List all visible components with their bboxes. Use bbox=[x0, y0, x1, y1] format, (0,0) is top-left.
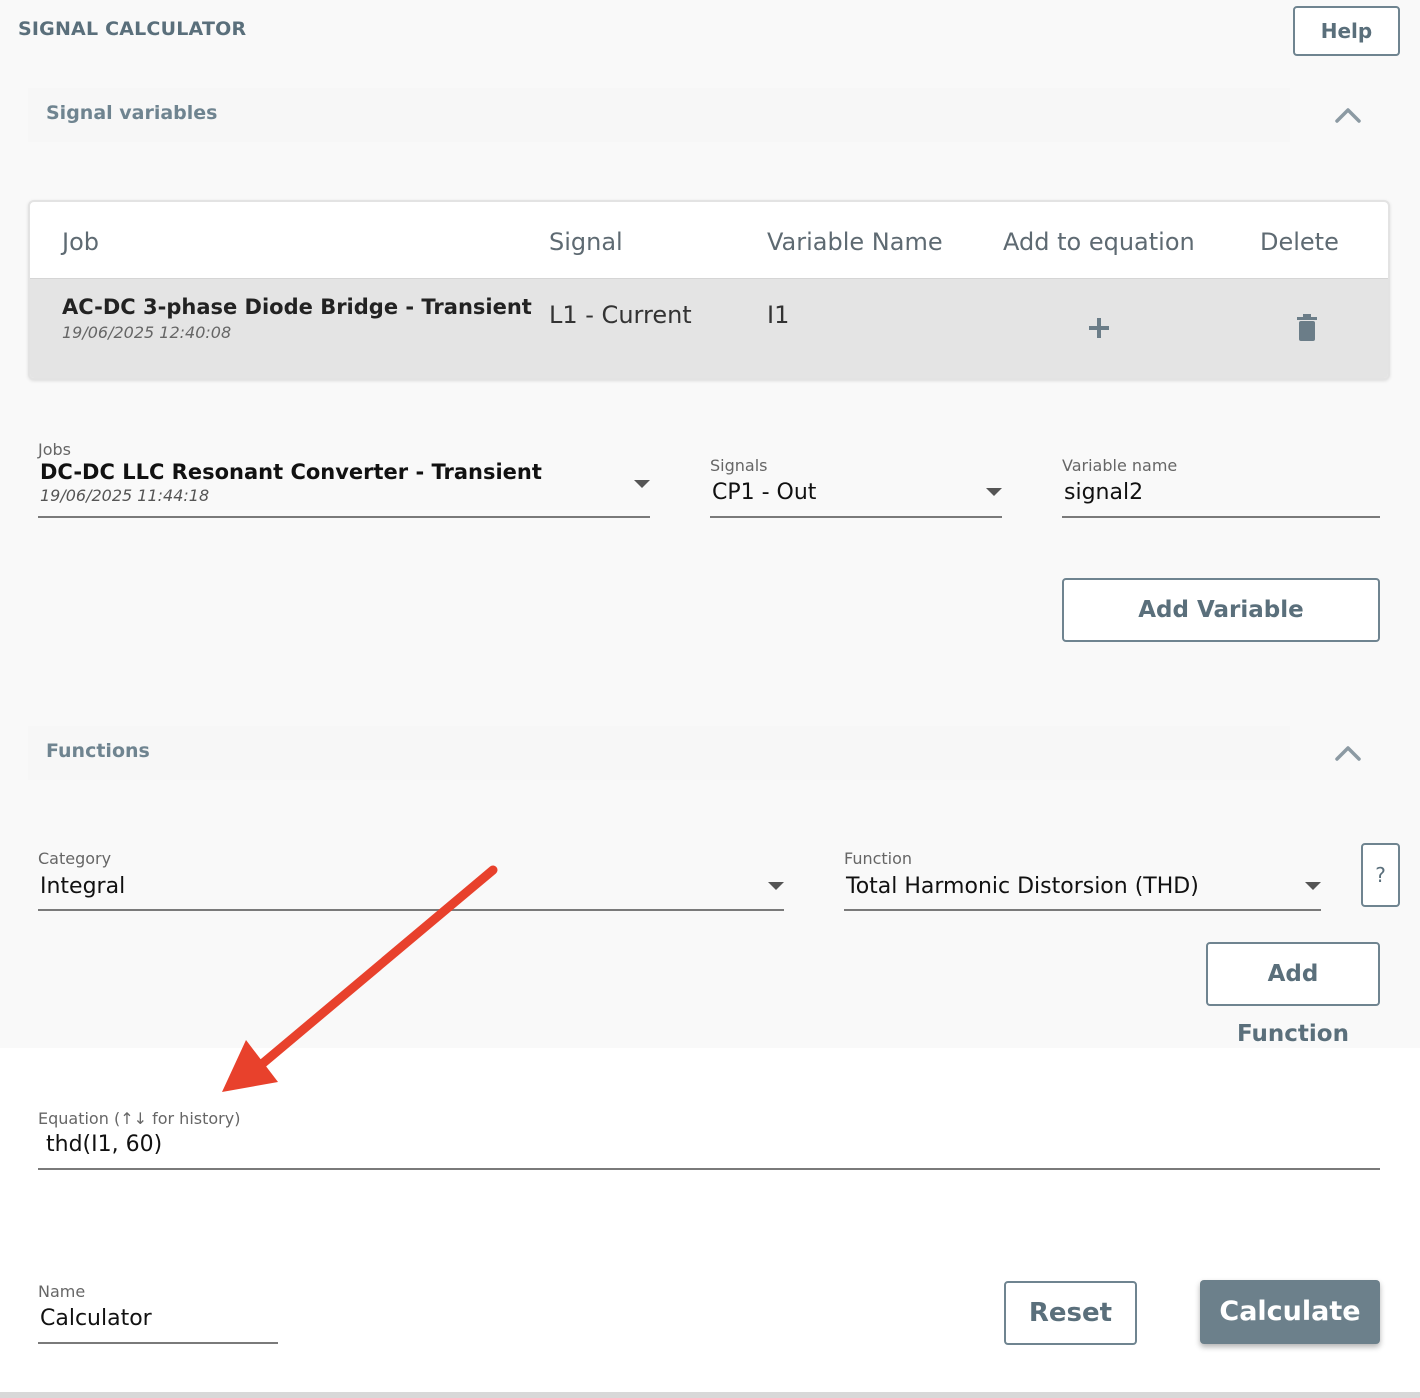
calculate-button[interactable]: Calculate bbox=[1200, 1280, 1380, 1344]
caret-down-icon bbox=[1305, 882, 1321, 890]
add-function-button[interactable]: Add Function bbox=[1206, 942, 1380, 1047]
column-header-signal: Signal bbox=[549, 228, 623, 256]
help-button[interactable]: Help bbox=[1293, 6, 1400, 56]
caret-down-icon bbox=[986, 488, 1002, 496]
column-header-job: Job bbox=[62, 228, 99, 256]
function-select-value: Total Harmonic Distorsion (THD) bbox=[846, 874, 1199, 899]
row-variable-name: I1 bbox=[767, 301, 790, 329]
bottom-scrollbar bbox=[0, 1392, 1420, 1398]
row-job-timestamp: 19/06/2025 12:40:08 bbox=[62, 323, 232, 342]
functions-title: Functions bbox=[46, 740, 150, 762]
category-label: Category bbox=[38, 849, 112, 868]
variable-name-label: Variable name bbox=[1062, 456, 1178, 475]
column-header-variable-name: Variable Name bbox=[767, 228, 943, 256]
category-select-value: Integral bbox=[40, 874, 126, 899]
jobs-select[interactable]: DC-DC LLC Resonant Converter - Transient… bbox=[38, 456, 650, 518]
signals-underline bbox=[710, 516, 1002, 518]
signals-select[interactable]: CP1 - Out bbox=[710, 478, 1002, 518]
row-job-name: AC-DC 3-phase Diode Bridge - Transient bbox=[62, 295, 532, 319]
name-value: Calculator bbox=[40, 1306, 152, 1331]
name-input[interactable]: Calculator bbox=[38, 1304, 278, 1346]
column-header-delete: Delete bbox=[1260, 228, 1339, 256]
name-underline bbox=[38, 1342, 278, 1344]
equation-label: Equation (↑↓ for history) bbox=[38, 1109, 241, 1128]
chevron-up-icon[interactable] bbox=[1328, 95, 1368, 135]
function-select[interactable]: Total Harmonic Distorsion (THD) bbox=[844, 871, 1321, 913]
signal-variables-title: Signal variables bbox=[46, 102, 218, 124]
functions-header[interactable] bbox=[28, 726, 1290, 780]
row-signal: L1 - Current bbox=[549, 301, 692, 329]
table-row: AC-DC 3-phase Diode Bridge - Transient 1… bbox=[30, 278, 1388, 378]
chevron-up-icon[interactable] bbox=[1328, 733, 1368, 773]
caret-down-icon bbox=[768, 882, 784, 890]
category-underline bbox=[38, 909, 784, 911]
jobs-select-value: DC-DC LLC Resonant Converter - Transient bbox=[40, 460, 542, 484]
jobs-select-timestamp: 19/06/2025 11:44:18 bbox=[40, 486, 210, 505]
category-select[interactable]: Integral bbox=[38, 871, 784, 913]
name-label: Name bbox=[38, 1282, 86, 1301]
variables-table: Job Signal Variable Name Add to equation… bbox=[28, 200, 1390, 380]
column-header-add-to-equation: Add to equation bbox=[1003, 228, 1195, 256]
reset-button[interactable]: Reset bbox=[1004, 1281, 1137, 1345]
plus-icon[interactable] bbox=[1087, 316, 1111, 340]
caret-down-icon bbox=[634, 480, 650, 488]
signals-label: Signals bbox=[710, 456, 768, 475]
variable-name-value: signal2 bbox=[1064, 480, 1144, 505]
function-label: Function bbox=[844, 849, 913, 868]
trash-icon[interactable] bbox=[1296, 314, 1318, 342]
jobs-underline bbox=[38, 516, 650, 518]
function-help-button[interactable]: ? bbox=[1361, 843, 1400, 907]
equation-input[interactable]: thd(I1, 60) bbox=[38, 1130, 1380, 1172]
equation-underline bbox=[38, 1168, 1380, 1170]
variable-name-underline bbox=[1062, 516, 1380, 518]
app-title: SIGNAL CALCULATOR bbox=[18, 18, 247, 40]
add-variable-button[interactable]: Add Variable bbox=[1062, 578, 1380, 642]
variable-name-input[interactable]: signal2 bbox=[1062, 478, 1380, 518]
equation-value: thd(I1, 60) bbox=[46, 1132, 163, 1157]
function-underline bbox=[844, 909, 1321, 911]
signals-select-value: CP1 - Out bbox=[712, 480, 817, 505]
